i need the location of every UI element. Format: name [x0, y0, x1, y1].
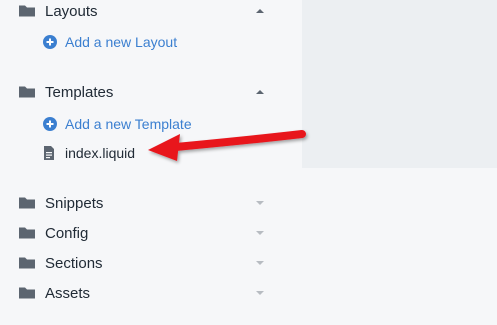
section-assets[interactable]: Assets [0, 281, 300, 305]
file-item-index-liquid[interactable]: index.liquid [43, 143, 135, 163]
add-template-link[interactable]: Add a new Template [43, 114, 192, 134]
add-template-label: Add a new Template [65, 116, 192, 132]
folder-icon [19, 287, 35, 299]
section-layouts[interactable]: Layouts [0, 0, 300, 23]
section-templates[interactable]: Templates [0, 80, 300, 104]
section-label: Sections [45, 254, 103, 272]
section-label: Snippets [45, 194, 104, 212]
section-label: Config [45, 224, 89, 242]
theme-file-browser: Layouts Add a new Layout Templates Add a… [0, 0, 497, 325]
chevron-down-icon[interactable] [254, 229, 266, 237]
file-label: index.liquid [65, 145, 136, 161]
section-config[interactable]: Config [0, 221, 300, 245]
folder-icon [19, 257, 35, 269]
add-layout-label: Add a new Layout [65, 34, 178, 50]
chevron-down-icon[interactable] [254, 289, 266, 297]
section-snippets[interactable]: Snippets [0, 191, 300, 215]
editor-panel [302, 0, 497, 168]
chevron-up-icon[interactable] [254, 88, 266, 96]
section-label: Assets [45, 284, 91, 302]
folder-icon [19, 197, 35, 209]
folder-icon [19, 86, 35, 98]
folder-icon [19, 227, 35, 239]
file-icon [44, 146, 54, 160]
chevron-up-icon[interactable] [254, 7, 266, 15]
add-layout-link[interactable]: Add a new Layout [43, 32, 177, 52]
plus-circle-icon [43, 35, 57, 49]
folder-icon [19, 5, 35, 17]
section-label: Templates [45, 83, 114, 101]
chevron-down-icon[interactable] [254, 199, 266, 207]
plus-circle-icon [43, 117, 57, 131]
chevron-down-icon[interactable] [254, 259, 266, 267]
section-sections[interactable]: Sections [0, 251, 300, 275]
section-label: Layouts [45, 2, 98, 20]
